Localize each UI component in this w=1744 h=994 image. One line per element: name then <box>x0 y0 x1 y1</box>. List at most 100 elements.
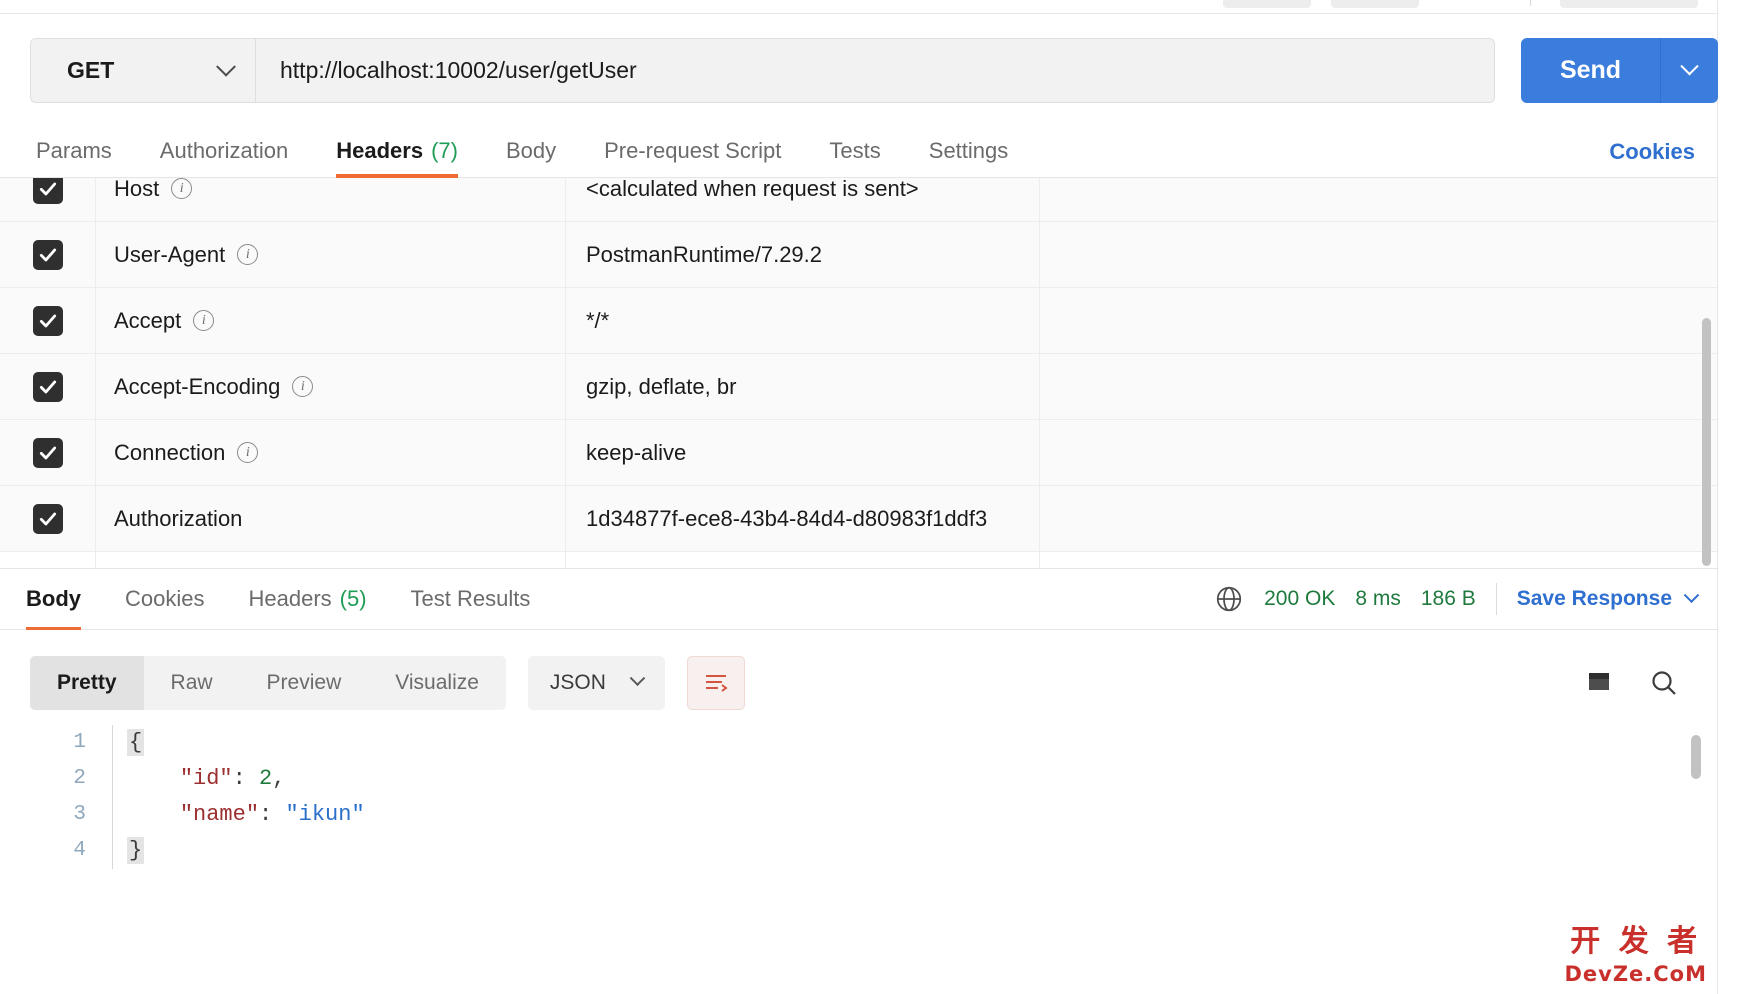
header-enabled-cell <box>0 178 96 221</box>
table-row: User-Agent i PostmanRuntime/7.29.2 <box>0 222 1717 288</box>
header-key-cell[interactable]: Host i <box>96 178 566 221</box>
view-mode-raw[interactable]: Raw <box>144 656 240 710</box>
response-body-scrollbar[interactable] <box>1691 735 1701 779</box>
header-enabled-cell <box>0 552 96 568</box>
header-key-cell[interactable]: Key <box>96 552 566 568</box>
headers-table: Host i <calculated when request is sent> Us… <box>0 178 1717 568</box>
info-icon[interactable]: i <box>237 244 259 265</box>
code-token: "name" <box>179 802 260 827</box>
code-line-text: "id": 2, <box>113 761 286 797</box>
request-url-bar: GET http://localhost:10002/user/getUser <box>30 38 1495 103</box>
tab-body[interactable]: Body <box>506 125 556 178</box>
http-method-label: GET <box>67 57 115 83</box>
info-icon[interactable]: i <box>171 178 193 199</box>
response-tab-body[interactable]: Body <box>26 568 81 630</box>
copy-icon[interactable] <box>1585 669 1615 697</box>
toolbar-divider <box>1530 0 1531 6</box>
http-method-selector[interactable]: GET <box>30 38 255 103</box>
json-code-block: 1{2 "id": 2, 3 "name": "ikun" 4} <box>0 725 1717 869</box>
header-description-cell[interactable] <box>1040 288 1717 353</box>
send-button[interactable]: Send <box>1521 38 1660 103</box>
header-key-cell[interactable]: Accept-Encoding i <box>96 354 566 419</box>
response-tab-headers[interactable]: Headers (5) <box>248 568 366 630</box>
header-description-cell[interactable] <box>1040 354 1717 419</box>
header-enabled-checkbox[interactable] <box>32 178 63 204</box>
tab-label: Test Results <box>410 586 531 611</box>
response-format-selector[interactable]: JSON <box>527 655 665 710</box>
save-response-button[interactable]: Save Response <box>1516 586 1700 611</box>
tab-pre-request-script[interactable]: Pre-request Script <box>604 125 781 178</box>
header-value-text: 1d34877f-ece8-43b4-84d4-d80983f1ddf3 <box>586 505 988 531</box>
header-value-cell[interactable]: keep-alive <box>566 420 1040 485</box>
view-mode-pretty[interactable]: Pretty <box>30 655 144 710</box>
save-response-label: Save Response <box>1516 587 1672 610</box>
line-number: 1 <box>73 731 86 754</box>
header-value-cell[interactable]: Value <box>566 552 1040 568</box>
code-token: : <box>232 766 260 791</box>
tab-tests[interactable]: Tests <box>829 125 880 178</box>
header-enabled-cell <box>0 486 96 551</box>
url-input[interactable]: http://localhost:10002/user/getUser <box>255 38 1495 103</box>
header-key-cell[interactable]: User-Agent i <box>96 222 566 287</box>
header-enabled-checkbox[interactable] <box>32 503 63 534</box>
header-enabled-cell <box>0 354 96 419</box>
header-value-text: keep-alive <box>586 439 687 465</box>
tab-label: Body <box>26 586 81 611</box>
table-row: Authorization 1d34877f-ece8-43b4-84d4-d80… <box>0 486 1717 552</box>
code-token: "ikun" <box>285 802 365 827</box>
tab-params[interactable]: Params <box>36 125 112 178</box>
header-value-cell[interactable]: <calculated when request is sent> <box>566 178 1040 221</box>
header-key-cell[interactable]: Accept i <box>96 288 566 353</box>
info-icon[interactable]: i <box>292 376 314 397</box>
code-token: 2 <box>259 766 273 791</box>
tab-headers[interactable]: Headers (7) <box>336 125 458 178</box>
search-icon[interactable] <box>1649 668 1679 698</box>
header-value-cell[interactable]: gzip, deflate, br <box>566 354 1040 419</box>
response-body-toolbar: Pretty Raw Preview Visualize JSON <box>0 640 1717 725</box>
header-description-cell[interactable] <box>1040 178 1717 221</box>
header-description-cell[interactable]: Description <box>1040 552 1717 568</box>
wrap-lines-button[interactable] <box>686 655 745 710</box>
view-mode-preview[interactable]: Preview <box>240 656 369 710</box>
response-tab-test-results[interactable]: Test Results <box>411 568 531 630</box>
header-enabled-checkbox[interactable] <box>32 371 63 402</box>
response-tab-cookies[interactable]: Cookies <box>125 568 204 630</box>
header-value-cell[interactable]: 1d34877f-ece8-43b4-84d4-d80983f1ddf3 <box>566 486 1040 551</box>
toolbar-ghost-button-1[interactable] <box>1223 0 1311 8</box>
header-key-cell[interactable]: Connection i <box>96 420 566 485</box>
headers-table-scrollbar[interactable] <box>1702 318 1711 566</box>
header-description-cell[interactable] <box>1040 420 1717 485</box>
code-token: { <box>127 729 145 756</box>
info-icon[interactable]: i <box>193 310 215 331</box>
header-description-cell[interactable] <box>1040 486 1717 551</box>
status-code: 200 OK <box>1264 587 1336 610</box>
code-token: "id" <box>179 766 233 791</box>
response-body-viewer: 1{2 "id": 2, 3 "name": "ikun" 4} <box>0 725 1717 994</box>
header-value-cell[interactable]: PostmanRuntime/7.29.2 <box>566 222 1040 287</box>
tab-authorization[interactable]: Authorization <box>160 125 288 178</box>
code-line-text: } <box>113 833 145 869</box>
tab-settings[interactable]: Settings <box>929 125 1009 178</box>
line-number: 4 <box>73 839 86 862</box>
tab-label: Tests <box>829 138 881 163</box>
code-token: : <box>259 802 286 827</box>
header-enabled-checkbox[interactable] <box>32 305 63 336</box>
header-key-cell[interactable]: Authorization <box>96 486 566 551</box>
toolbar-ghost-button-3[interactable] <box>1560 0 1698 8</box>
header-enabled-checkbox[interactable] <box>32 239 63 270</box>
header-description-cell[interactable] <box>1040 222 1717 287</box>
cookies-link[interactable]: Cookies <box>1609 125 1695 178</box>
info-icon[interactable]: i <box>237 442 259 463</box>
response-time: 8 ms <box>1355 587 1401 610</box>
chevron-down-icon <box>1683 586 1700 603</box>
view-mode-visualize[interactable]: Visualize <box>368 656 506 710</box>
send-options-button[interactable] <box>1660 38 1718 103</box>
request-tab-bar: Params Authorization Headers (7) Body Pr… <box>0 125 1717 178</box>
toolbar-ghost-button-2[interactable] <box>1331 0 1419 8</box>
view-mode-segmented-control: Pretty Raw Preview Visualize <box>30 655 506 710</box>
chevron-down-icon <box>1680 57 1699 76</box>
header-value-cell[interactable]: */* <box>566 288 1040 353</box>
header-enabled-checkbox[interactable] <box>32 437 63 468</box>
